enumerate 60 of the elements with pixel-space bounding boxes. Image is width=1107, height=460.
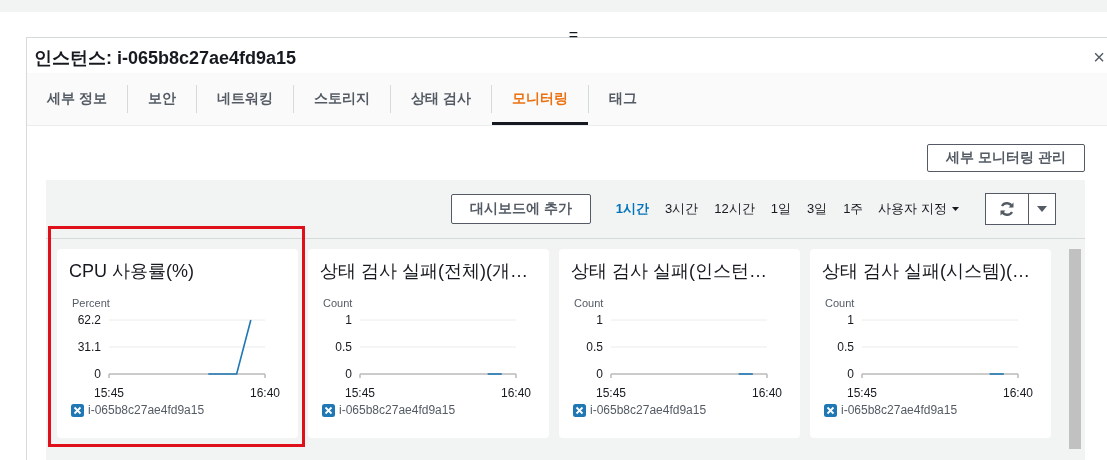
axis-tick-label: 15:45 [94, 386, 124, 400]
axis-tick-label: 0.5 [586, 340, 603, 354]
close-icon[interactable] [71, 403, 84, 417]
axis-tick-label: 1 [596, 313, 603, 327]
time-range-option[interactable]: 3시간 [659, 200, 704, 218]
time-range-option[interactable]: 12시간 [709, 200, 760, 218]
tab[interactable]: 스토리지 [293, 73, 390, 125]
axis-tick-label: 0 [345, 367, 352, 381]
panel-title: 인스턴스: i-065b8c27ae4fd9a15 [34, 46, 297, 70]
axis-label: Count [323, 297, 353, 309]
manage-monitoring-button[interactable]: 세부 모니터링 관리 [927, 144, 1085, 172]
axis-label: Count [574, 297, 604, 309]
axis-tick-label: 0 [94, 367, 101, 381]
axis-tick-label: 1 [345, 313, 352, 327]
refresh-options-button[interactable] [1029, 193, 1056, 225]
custom-range-dropdown[interactable]: 사용자 지정 [874, 200, 963, 218]
legend-label: i-065b8c27ae4fd9a15 [339, 403, 456, 417]
axis-tick-label: 62.2 [77, 313, 101, 327]
close-button[interactable]: × [1093, 46, 1105, 69]
close-icon[interactable] [322, 403, 335, 417]
axis-tick-label: 15:45 [345, 386, 375, 400]
tab[interactable]: 상태 검사 [390, 73, 491, 125]
time-range-option[interactable]: 3일 [801, 200, 833, 218]
close-icon[interactable] [824, 403, 837, 417]
chart-title: 상태 검사 실패(인스턴… [571, 260, 767, 283]
axis-tick-label: 15:45 [596, 386, 626, 400]
time-range-option[interactable]: 1시간 [610, 200, 654, 218]
time-range-option[interactable]: 1일 [765, 200, 796, 218]
refresh-icon [999, 201, 1015, 217]
axis-tick-label: 31.1 [77, 340, 101, 354]
axis-label: Percent [72, 297, 110, 309]
resize-handle[interactable]: = [568, 27, 579, 43]
axis-tick-label: 0 [596, 367, 603, 381]
axis-tick-label: 16:40 [501, 386, 531, 400]
tab[interactable]: 세부 정보 [27, 73, 127, 125]
chart-title: 상태 검사 실패(전체)(개… [320, 260, 528, 283]
add-to-dashboard-button[interactable]: 대시보드에 추가 [450, 194, 591, 224]
chart-title: 상태 검사 실패(시스템)(… [822, 260, 1030, 283]
scrollbar[interactable] [1069, 249, 1081, 449]
axis-label: Count [825, 297, 855, 309]
axis-tick-label: 0.5 [335, 340, 352, 354]
legend-label: i-065b8c27ae4fd9a15 [88, 403, 205, 417]
axis-tick-label: 0 [847, 367, 854, 381]
axis-tick-label: 16:40 [752, 386, 782, 400]
legend-label: i-065b8c27ae4fd9a15 [590, 403, 707, 417]
tab[interactable]: 보안 [127, 73, 196, 125]
axis-tick-label: 16:40 [1003, 386, 1033, 400]
refresh-button[interactable] [985, 193, 1029, 225]
tab[interactable]: 네트워킹 [196, 73, 293, 125]
legend-label: i-065b8c27ae4fd9a15 [841, 403, 958, 417]
axis-tick-label: 0.5 [837, 340, 854, 354]
axis-tick-label: 16:40 [250, 386, 280, 400]
axis-tick-label: 1 [847, 313, 854, 327]
close-icon[interactable] [573, 403, 586, 417]
tab[interactable]: 태그 [588, 73, 657, 125]
caret-icon [1037, 206, 1047, 212]
axis-tick-label: 15:45 [847, 386, 877, 400]
caret-icon [952, 207, 959, 211]
time-range-option[interactable]: 1주 [838, 200, 869, 218]
chart-title: CPU 사용률(%) [69, 260, 194, 283]
